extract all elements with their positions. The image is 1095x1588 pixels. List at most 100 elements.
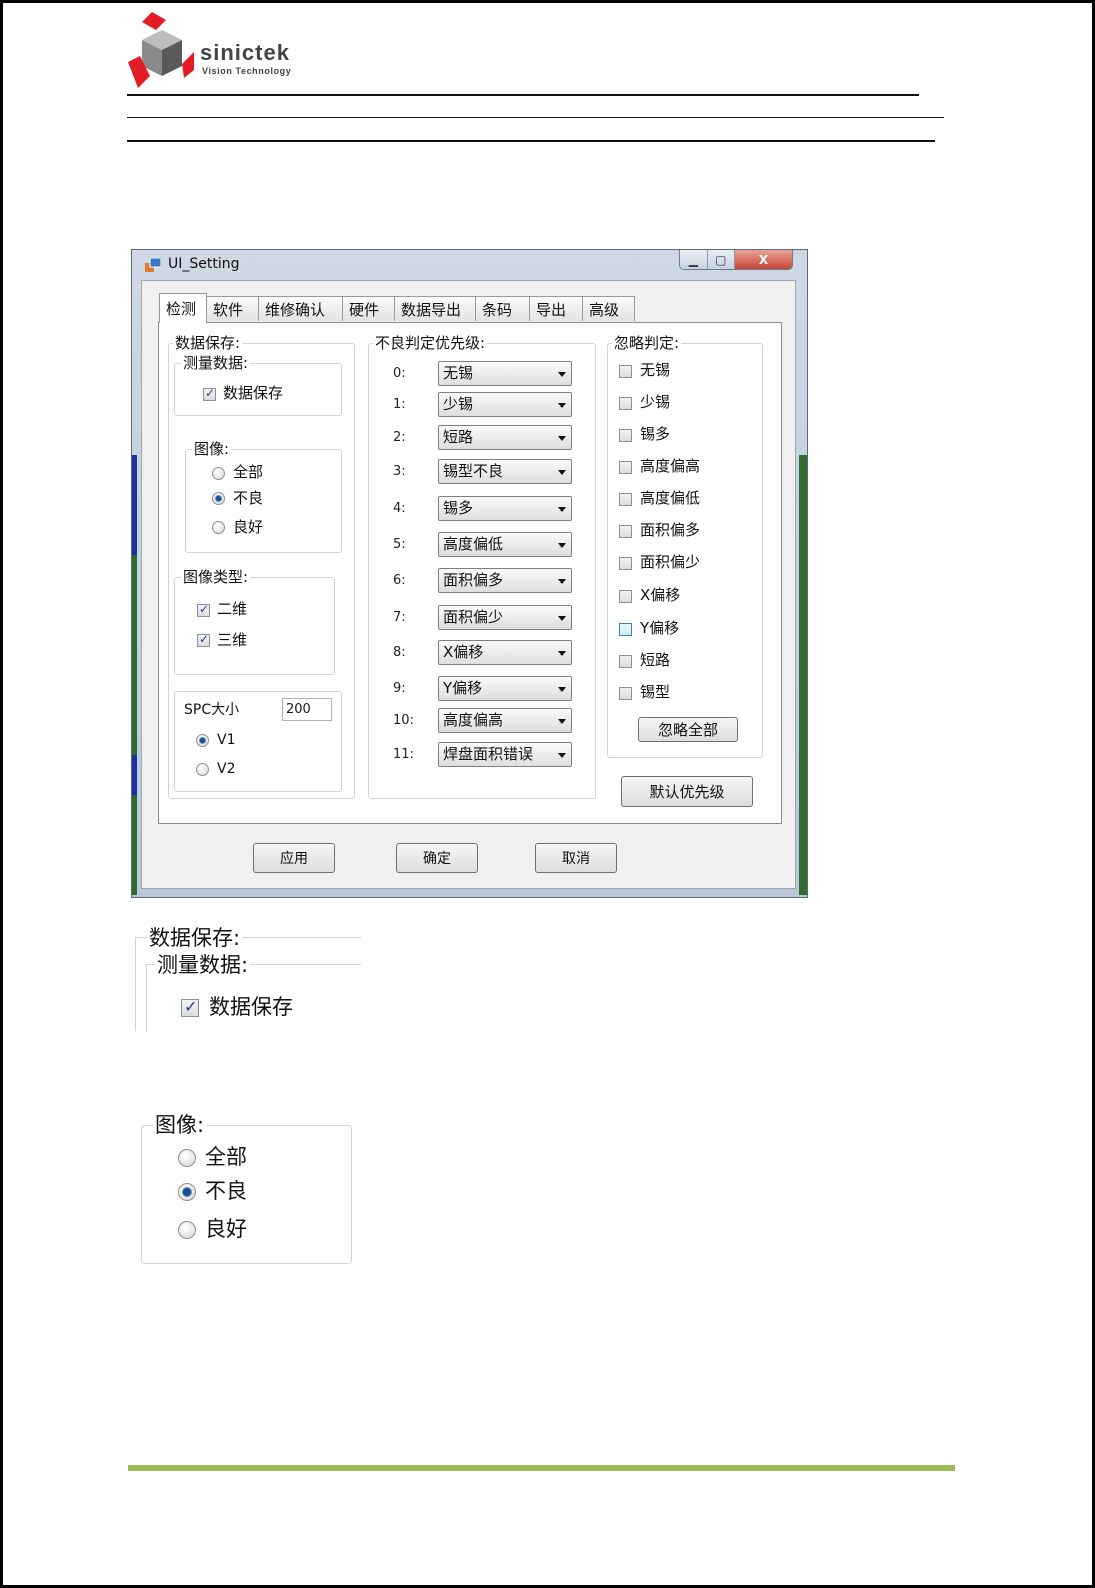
priority-select-value: 短路 — [443, 428, 474, 446]
image-defect-label: 不良 — [233, 489, 264, 507]
desktop-background-left-blue — [132, 755, 137, 795]
ignore-checkbox[interactable] — [619, 655, 632, 668]
ignore-checkbox[interactable] — [619, 557, 632, 570]
ignore-checkbox[interactable] — [619, 365, 632, 378]
priority-number: 10: — [393, 713, 414, 728]
ignore-checkbox-label: 锡型 — [640, 683, 671, 701]
logo-tagline: Vision Technology — [202, 66, 292, 76]
ignore-checkbox[interactable] — [619, 687, 632, 700]
priority-select-value: 焊盘面积错误 — [443, 745, 534, 763]
apply-button[interactable]: 应用 — [253, 843, 335, 873]
spc-v1-label: V1 — [217, 732, 236, 748]
priority-select[interactable]: 无锡 — [438, 361, 572, 386]
zoom-image-title: 图像: — [153, 1112, 207, 1138]
header-rule-2 — [127, 117, 944, 118]
ignore-checkbox[interactable] — [619, 525, 632, 538]
minimize-button[interactable]: ▁ — [680, 250, 708, 269]
image-defect-radio[interactable] — [212, 492, 225, 505]
spc-v1-radio[interactable] — [196, 734, 209, 747]
ignore-checkbox-label: 高度偏高 — [640, 457, 701, 475]
priority-select[interactable]: 少锡 — [438, 392, 572, 417]
tab-software[interactable]: 软件 — [206, 296, 259, 321]
zoom-image-all-label: 全部 — [205, 1145, 247, 1169]
ok-button[interactable]: 确定 — [396, 843, 478, 873]
priority-number: 9: — [393, 681, 406, 696]
image-type-3d-checkbox[interactable] — [197, 632, 210, 647]
desktop-background-left-green-2 — [132, 795, 137, 895]
priority-select[interactable]: 锡型不良 — [438, 459, 572, 484]
zoom-measure-title: 测量数据: — [155, 952, 251, 978]
priority-select[interactable]: 锡多 — [438, 496, 572, 521]
data-save-checkbox[interactable] — [203, 386, 216, 401]
tab-barcode[interactable]: 条码 — [475, 296, 530, 321]
priority-select[interactable]: 焊盘面积错误 — [438, 742, 572, 767]
default-priority-button[interactable]: 默认优先级 — [621, 776, 753, 807]
cancel-button[interactable]: 取消 — [535, 843, 617, 873]
desktop-background — [799, 455, 807, 895]
priority-select[interactable]: 高度偏高 — [438, 708, 572, 733]
priority-number: 0: — [393, 366, 406, 381]
dropdown-arrow-icon — [558, 719, 566, 724]
zoom-data-save-title: 数据保存: — [147, 925, 243, 951]
spc-v2-label: V2 — [217, 761, 236, 777]
ignore-title: 忽略判定: — [612, 333, 682, 353]
dropdown-arrow-icon — [558, 470, 566, 475]
image-good-radio[interactable] — [212, 521, 225, 534]
tab-repair-confirm[interactable]: 维修确认 — [258, 296, 343, 321]
tab-hardware[interactable]: 硬件 — [342, 296, 395, 321]
zoom-image-good-label: 良好 — [205, 1217, 247, 1241]
priority-number: 2: — [393, 430, 406, 445]
ignore-checkbox[interactable] — [619, 397, 632, 410]
spc-size-input[interactable]: 200 — [282, 698, 332, 721]
priority-number: 3: — [393, 464, 406, 479]
priority-select[interactable]: 面积偏少 — [438, 605, 572, 630]
priority-select[interactable]: 高度偏低 — [438, 532, 572, 557]
ignore-checkbox[interactable] — [619, 461, 632, 474]
priority-select[interactable]: X偏移 — [438, 640, 572, 665]
ignore-checkbox-label: 少锡 — [640, 393, 671, 411]
priority-select-value: 锡多 — [443, 499, 474, 517]
image-type-2d-checkbox[interactable] — [197, 602, 210, 617]
image-all-label: 全部 — [233, 463, 264, 481]
spc-size-label: SPC大小 — [184, 702, 240, 718]
spc-v2-radio[interactable] — [196, 763, 209, 776]
priority-select-value: X偏移 — [443, 643, 484, 661]
ignore-checkbox-label: Y偏移 — [640, 619, 680, 637]
header-rule-1 — [127, 94, 919, 96]
priority-select-value: 面积偏少 — [443, 608, 504, 626]
tab-export[interactable]: 导出 — [529, 296, 583, 321]
ignore-checkbox[interactable] — [619, 429, 632, 442]
company-logo: sinictek Vision Technology — [128, 10, 308, 92]
tab-advanced[interactable]: 高级 — [582, 296, 635, 321]
ignore-all-button[interactable]: 忽略全部 — [638, 717, 738, 742]
ignore-checkbox[interactable] — [619, 623, 632, 636]
zoom-image-defect-label: 不良 — [205, 1179, 247, 1203]
dropdown-arrow-icon — [558, 436, 566, 441]
tab-data-export[interactable]: 数据导出 — [394, 296, 476, 321]
zoom-image-defect-radio — [178, 1183, 196, 1201]
dropdown-arrow-icon — [558, 616, 566, 621]
priority-number: 6: — [393, 573, 406, 588]
priority-select-value: Y偏移 — [443, 679, 483, 697]
zoom-image-all-radio — [178, 1149, 196, 1167]
priority-title: 不良判定优先级: — [373, 333, 488, 353]
tab-detect[interactable]: 检测 — [159, 293, 207, 323]
image-all-radio[interactable] — [212, 467, 225, 480]
maximize-button[interactable]: ▢ — [707, 250, 736, 269]
zoom-image-crop: 图像: 全部 不良 良好 — [141, 1112, 352, 1264]
ignore-checkbox[interactable] — [619, 590, 632, 603]
ignore-checkbox[interactable] — [619, 493, 632, 506]
priority-select[interactable]: 短路 — [438, 425, 572, 450]
priority-select-value: 高度偏高 — [443, 711, 504, 729]
zoom-data-save-label: 数据保存 — [209, 995, 293, 1019]
desktop-background-left-green — [132, 555, 137, 755]
image-type-3d-label: 三维 — [217, 631, 248, 649]
close-button[interactable]: X — [735, 250, 792, 269]
priority-select-value: 少锡 — [443, 395, 474, 413]
zoom-data-save-crop: 数据保存: 测量数据: 数据保存 — [135, 925, 361, 1031]
zoom-data-save-checkbox — [181, 997, 199, 1017]
header-rule-3 — [127, 140, 935, 142]
priority-select[interactable]: Y偏移 — [438, 676, 572, 701]
dropdown-arrow-icon — [558, 372, 566, 377]
priority-select[interactable]: 面积偏多 — [438, 568, 572, 593]
